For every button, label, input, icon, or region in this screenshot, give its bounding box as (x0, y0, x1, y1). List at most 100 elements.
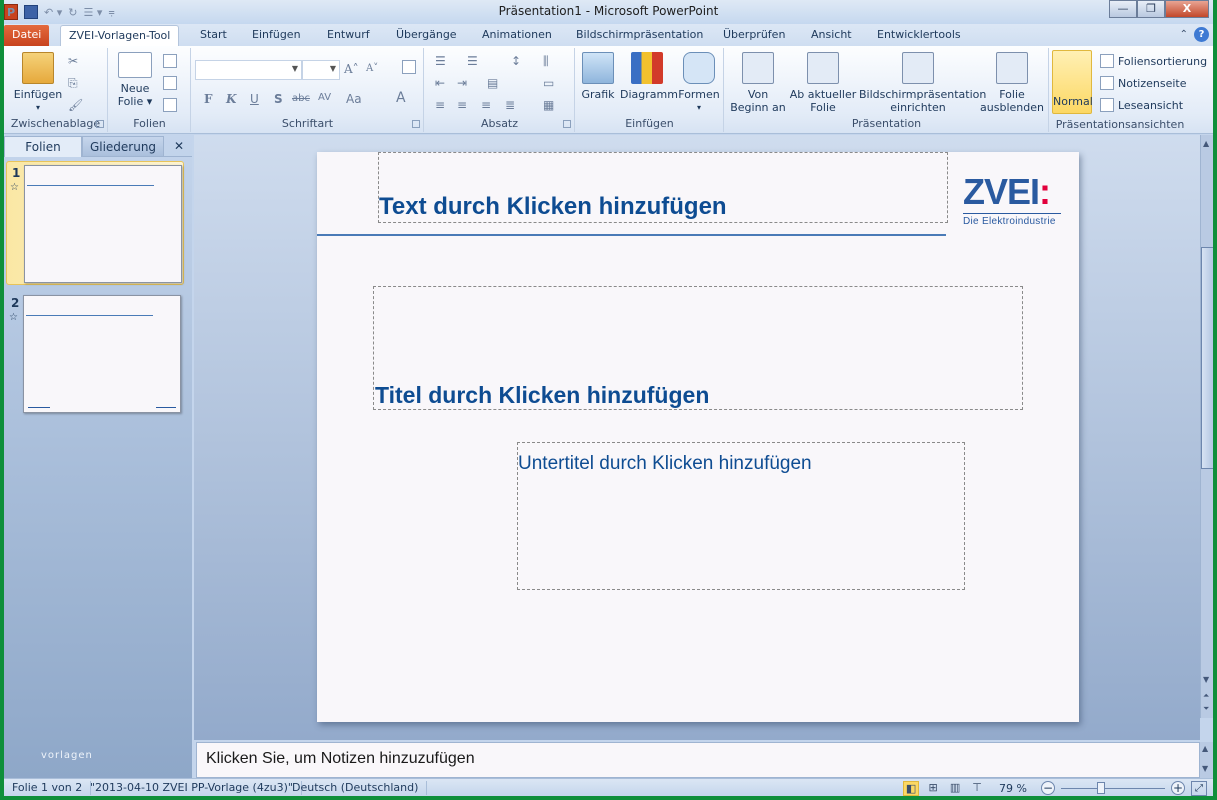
window-controls: — ❐ X (1109, 0, 1209, 18)
slide[interactable]: Text durch Klicken hinzufügen ZVEI: Die … (317, 152, 1079, 722)
font-dialog-launcher[interactable] (412, 120, 420, 128)
shrink-font-icon[interactable]: A˅ (366, 63, 378, 74)
tab-einfuegen[interactable]: Einfügen (244, 25, 309, 46)
tab-folien[interactable]: Folien (4, 136, 82, 157)
align-text-icon[interactable]: ▭ (543, 76, 554, 90)
close-pane-icon[interactable]: ✕ (168, 136, 190, 157)
layout-icon[interactable] (163, 54, 177, 68)
normal-view-button[interactable]: Normal (1052, 50, 1093, 114)
previous-slide-icon[interactable]: ⏶ (1203, 691, 1209, 701)
tab-zvei-vorlagen-tool[interactable]: ZVEI-Vorlagen-Tool (60, 25, 180, 46)
notes-pane[interactable]: Klicken Sie, um Notizen hinzuzufügen (196, 742, 1200, 778)
help-icon[interactable]: ? (1194, 27, 1209, 42)
title-placeholder[interactable]: Titel durch Klicken hinzufügen (373, 286, 1023, 410)
underline-icon[interactable]: U (250, 92, 259, 106)
chart-button[interactable]: Diagramm (620, 52, 678, 101)
reading-view-button[interactable]: Leseansicht (1100, 98, 1183, 112)
tab-uebergaenge[interactable]: Übergänge (388, 25, 465, 46)
minimize-button[interactable]: — (1109, 0, 1137, 18)
collapse-ribbon-icon[interactable]: ⌃ (1180, 29, 1188, 40)
restore-button[interactable]: ❐ (1137, 0, 1165, 18)
zoom-slider-handle[interactable] (1096, 782, 1105, 794)
next-slide-icon[interactable]: ⏷ (1203, 704, 1209, 714)
font-name-combo[interactable]: ▼ (195, 60, 302, 80)
notes-scrollbar[interactable]: ▲ ▼ (1200, 742, 1213, 778)
line-spacing-icon[interactable]: ↕ (511, 54, 521, 68)
bold-icon[interactable]: F (204, 92, 213, 106)
increase-indent-icon[interactable]: ⇥ (457, 76, 467, 90)
hide-slide-button[interactable]: Folie ausblenden (979, 52, 1045, 114)
align-left-icon[interactable]: ≡ (435, 98, 445, 112)
numbering-icon[interactable]: ☰ (467, 54, 478, 68)
close-button[interactable]: X (1165, 0, 1209, 18)
tab-ueberpruefen[interactable]: Überprüfen (715, 25, 793, 46)
shapes-button[interactable]: Formen ▾ (678, 52, 720, 114)
change-case-icon[interactable]: Aa (346, 92, 362, 106)
grow-font-icon[interactable]: A˄ (344, 62, 359, 76)
scroll-up-icon[interactable]: ▲ (1202, 744, 1208, 753)
strikethrough-icon[interactable]: abc (292, 93, 310, 104)
header-text-placeholder[interactable]: Text durch Klicken hinzufügen (378, 152, 948, 223)
reset-slide-icon[interactable] (163, 76, 177, 90)
subtitle-placeholder[interactable]: Untertitel durch Klicken hinzufügen (517, 442, 965, 590)
language-indicator[interactable]: Deutsch (Deutschland) (284, 781, 428, 795)
tab-entwurf[interactable]: Entwurf (319, 25, 378, 46)
scroll-up-icon[interactable]: ▲ (1203, 139, 1209, 148)
reading-view-icon[interactable]: ▥ (947, 781, 963, 796)
theme-name[interactable]: "2013-04-10 ZVEI PP-Vorlage (4zu3)" (82, 781, 302, 795)
align-right-icon[interactable]: ≡ (481, 98, 491, 112)
tab-gliederung[interactable]: Gliederung (82, 136, 164, 157)
clear-formatting-icon[interactable] (402, 60, 416, 74)
smartart-icon[interactable]: ▦ (543, 98, 554, 112)
clipboard-dialog-launcher[interactable] (96, 120, 104, 128)
section-icon[interactable] (163, 98, 177, 112)
zvei-logo: ZVEI: Die Elektroindustrie (963, 174, 1063, 227)
slideshow-icon[interactable]: ⊤ (969, 781, 985, 796)
tab-animationen[interactable]: Animationen (474, 25, 560, 46)
scroll-down-icon[interactable]: ▼ (1203, 675, 1209, 684)
from-current-button[interactable]: Ab aktueller Folie (789, 52, 857, 114)
notes-page-button[interactable]: Notizenseite (1100, 76, 1186, 90)
vertical-scrollbar[interactable]: ▲ ▼ ⏶ ⏷ (1200, 135, 1213, 718)
hide-slide-icon (996, 52, 1028, 84)
normal-view-icon[interactable]: ◧ (903, 780, 920, 796)
scrollbar-thumb[interactable] (1201, 247, 1213, 469)
slide-sorter-icon[interactable]: ⊞ (925, 781, 941, 796)
zoom-level[interactable]: 79 % (999, 782, 1027, 795)
font-color-icon[interactable]: A (396, 90, 406, 106)
decrease-indent-icon[interactable]: ⇤ (435, 76, 445, 90)
character-spacing-icon[interactable]: AV (318, 92, 331, 103)
zoom-out-icon[interactable]: − (1041, 781, 1055, 795)
slide-thumbnail-2[interactable]: 2 ☆ ZVEI: (6, 292, 691, 416)
slide-thumbnail-1[interactable]: 1 ☆ ZVEI: (6, 161, 692, 285)
tab-datei[interactable]: Datei (4, 25, 49, 46)
tab-start[interactable]: Start (192, 25, 235, 46)
copy-icon[interactable]: ⎘ (68, 76, 78, 91)
setup-show-button[interactable]: Bildschirmpräsentation einrichten (859, 52, 986, 114)
align-center-icon[interactable]: ≡ (457, 98, 467, 112)
picture-button[interactable]: Grafik (580, 52, 616, 101)
shadow-icon[interactable]: S (274, 92, 283, 106)
from-beginning-button[interactable]: Von Beginn an (729, 52, 787, 114)
justify-icon[interactable]: ≣ (505, 98, 515, 112)
scroll-down-icon[interactable]: ▼ (1202, 764, 1208, 773)
bullets-icon[interactable]: ☰ (435, 54, 446, 68)
tab-entwicklertools[interactable]: Entwicklertools (869, 25, 969, 46)
fit-to-window-icon[interactable]: ⤢ (1191, 780, 1207, 796)
text-direction-icon[interactable]: ⫼ (543, 54, 549, 69)
zoom-slider[interactable] (1061, 781, 1165, 795)
paste-dropdown-arrow[interactable]: ▾ (10, 101, 66, 114)
tab-bildschirmpraesentation[interactable]: Bildschirmpräsentation (568, 25, 711, 46)
cut-icon[interactable]: ✂ (68, 54, 78, 68)
tab-ansicht[interactable]: Ansicht (803, 25, 860, 46)
format-painter-icon[interactable]: 🖌 (68, 98, 83, 112)
paste-button[interactable]: Einfügen ▾ (10, 52, 66, 114)
columns-icon[interactable]: ▤ (487, 76, 498, 90)
zoom-in-icon[interactable]: + (1171, 781, 1185, 795)
slides-pane: Folien Gliederung ✕ 1 ☆ ZVEI: 2 ☆ ZVEI: … (4, 135, 692, 779)
font-size-combo[interactable]: ▼ (302, 60, 340, 80)
slide-sorter-button[interactable]: Foliensortierung (1100, 54, 1207, 68)
italic-icon[interactable]: K (226, 92, 236, 106)
paragraph-dialog-launcher[interactable] (563, 120, 571, 128)
new-slide-button[interactable]: Neue Folie ▾ (113, 52, 157, 108)
